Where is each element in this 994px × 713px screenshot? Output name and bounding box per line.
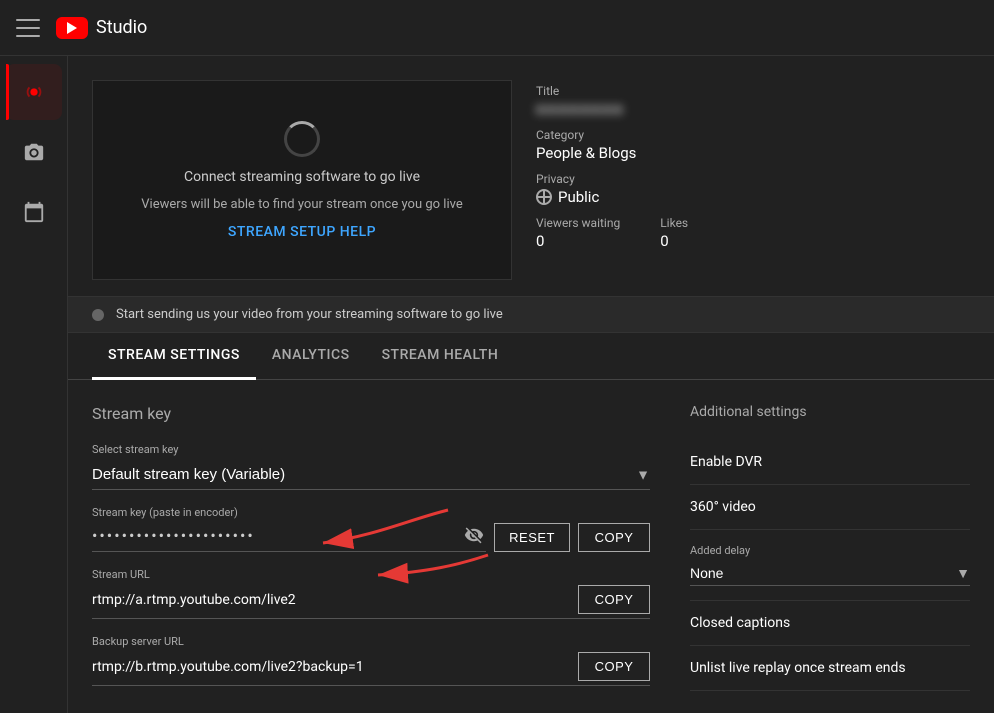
- backup-url-row: rtmp://b.rtmp.youtube.com/live2?backup=1…: [92, 652, 650, 686]
- added-delay-label: Added delay: [690, 544, 970, 557]
- title-label: Title: [536, 84, 970, 98]
- stream-url-row: rtmp://a.rtmp.youtube.com/live2 COPY: [92, 585, 650, 619]
- likes-field: Likes 0: [660, 216, 688, 250]
- viewers-value: 0: [536, 232, 620, 250]
- content-area: Stream key Select stream key Default str…: [68, 380, 994, 713]
- added-delay-select[interactable]: None: [690, 561, 970, 586]
- unlist-replay-label: Unlist live replay once stream ends: [690, 660, 906, 676]
- added-delay-select-wrapper: None ▼: [690, 561, 970, 586]
- main-content: Connect streaming software to go live Vi…: [68, 56, 994, 713]
- select-key-wrapper: Default stream key (Variable) ▼: [92, 460, 650, 490]
- video-360-row: 360° video: [690, 485, 970, 530]
- sidebar-item-live[interactable]: [6, 64, 62, 120]
- likes-label: Likes: [660, 216, 688, 230]
- stream-url-group: Stream URL rtmp://a.rtmp.youtube.com/liv…: [92, 568, 650, 619]
- sidebar-camera-wrapper: [6, 124, 62, 180]
- title-value: ●●●●●●●●: [536, 100, 970, 118]
- copy-url-button[interactable]: COPY: [578, 585, 650, 614]
- category-value: People & Blogs: [536, 144, 970, 162]
- stream-key-row: •••••••••••••••••••••• RESET COPY: [92, 523, 650, 552]
- category-field: Category People & Blogs: [536, 128, 970, 162]
- status-bar: Start sending us your video from your st…: [68, 296, 994, 333]
- loading-spinner: [284, 121, 320, 157]
- added-delay-row: Added delay None ▼: [690, 530, 970, 601]
- youtube-icon: [56, 17, 88, 39]
- unlist-replay-row: Unlist live replay once stream ends: [690, 646, 970, 691]
- stream-key-label: Stream key (paste in encoder): [92, 506, 650, 519]
- stream-key-group: Stream key (paste in encoder) ••••••••••…: [92, 506, 650, 552]
- stream-url-label: Stream URL: [92, 568, 650, 581]
- category-label: Category: [536, 128, 970, 142]
- title-field: Title ●●●●●●●●: [536, 84, 970, 118]
- logo: Studio: [56, 17, 147, 39]
- closed-captions-label: Closed captions: [690, 615, 790, 631]
- backup-url-label: Backup server URL: [92, 635, 650, 648]
- copy-backup-button[interactable]: COPY: [578, 652, 650, 681]
- additional-settings-title: Additional settings: [690, 404, 970, 420]
- tab-stream-health[interactable]: STREAM HEALTH: [366, 333, 515, 380]
- toggle-visibility-button[interactable]: [462, 523, 486, 547]
- stream-url-value: rtmp://a.rtmp.youtube.com/live2: [92, 592, 570, 608]
- layout: Connect streaming software to go live Vi…: [0, 56, 994, 713]
- stream-key-title: Stream key: [92, 404, 650, 423]
- stream-info: Title ●●●●●●●● Category People & Blogs P…: [536, 80, 970, 280]
- select-key-dropdown[interactable]: Default stream key (Variable): [92, 460, 650, 490]
- privacy-value: Public: [558, 188, 599, 206]
- reset-button[interactable]: RESET: [494, 523, 570, 552]
- topnav: Studio: [0, 0, 994, 56]
- globe-icon: [536, 189, 552, 205]
- viewers-likes-row: Viewers waiting 0 Likes 0: [536, 216, 970, 250]
- tabs: STREAM SETTINGS ANALYTICS STREAM HEALTH: [68, 333, 994, 380]
- status-text: Start sending us your video from your st…: [116, 307, 503, 322]
- closed-captions-row: Closed captions: [690, 601, 970, 646]
- right-panel: Additional settings Enable DVR 360° vide…: [690, 404, 970, 702]
- stream-key-value-row: ••••••••••••••••••••••: [92, 523, 486, 552]
- studio-label: Studio: [96, 17, 147, 38]
- select-key-label: Select stream key: [92, 443, 650, 456]
- stream-top: Connect streaming software to go live Vi…: [68, 56, 994, 296]
- stream-key-dots: ••••••••••••••••••••••: [92, 526, 454, 545]
- likes-value: 0: [660, 232, 688, 250]
- viewers-field: Viewers waiting 0: [536, 216, 620, 250]
- copy-key-button[interactable]: COPY: [578, 523, 650, 552]
- calendar-icon: [23, 201, 45, 223]
- tab-analytics[interactable]: ANALYTICS: [256, 333, 366, 380]
- sidebar-calendar-wrapper: [6, 184, 62, 240]
- eye-slash-icon: [464, 525, 484, 545]
- preview-sub-text: Viewers will be able to find your stream…: [141, 197, 462, 212]
- left-panel: Stream key Select stream key Default str…: [92, 404, 650, 702]
- backup-url-value: rtmp://b.rtmp.youtube.com/live2?backup=1: [92, 659, 570, 675]
- hamburger-menu[interactable]: [16, 16, 40, 40]
- camera-icon: [23, 141, 45, 163]
- enable-dvr-label: Enable DVR: [690, 454, 762, 470]
- status-dot: [92, 309, 104, 321]
- stream-setup-help-link[interactable]: STREAM SETUP HELP: [228, 224, 376, 240]
- sidebar-item-camera[interactable]: [6, 124, 62, 180]
- privacy-value-row: Public: [536, 188, 970, 206]
- select-key-group: Select stream key Default stream key (Va…: [92, 443, 650, 490]
- sidebar-item-calendar[interactable]: [6, 184, 62, 240]
- tab-stream-settings[interactable]: STREAM SETTINGS: [92, 333, 256, 380]
- stream-preview: Connect streaming software to go live Vi…: [92, 80, 512, 280]
- sidebar: [0, 56, 68, 713]
- active-bar: [6, 64, 9, 120]
- preview-main-text: Connect streaming software to go live: [184, 169, 420, 185]
- backup-url-group: Backup server URL rtmp://b.rtmp.youtube.…: [92, 635, 650, 686]
- privacy-label: Privacy: [536, 172, 970, 186]
- enable-dvr-row: Enable DVR: [690, 440, 970, 485]
- video-360-label: 360° video: [690, 499, 756, 515]
- live-icon: [23, 81, 45, 103]
- sidebar-live-wrapper: [6, 64, 62, 120]
- privacy-field: Privacy Public: [536, 172, 970, 206]
- viewers-label: Viewers waiting: [536, 216, 620, 230]
